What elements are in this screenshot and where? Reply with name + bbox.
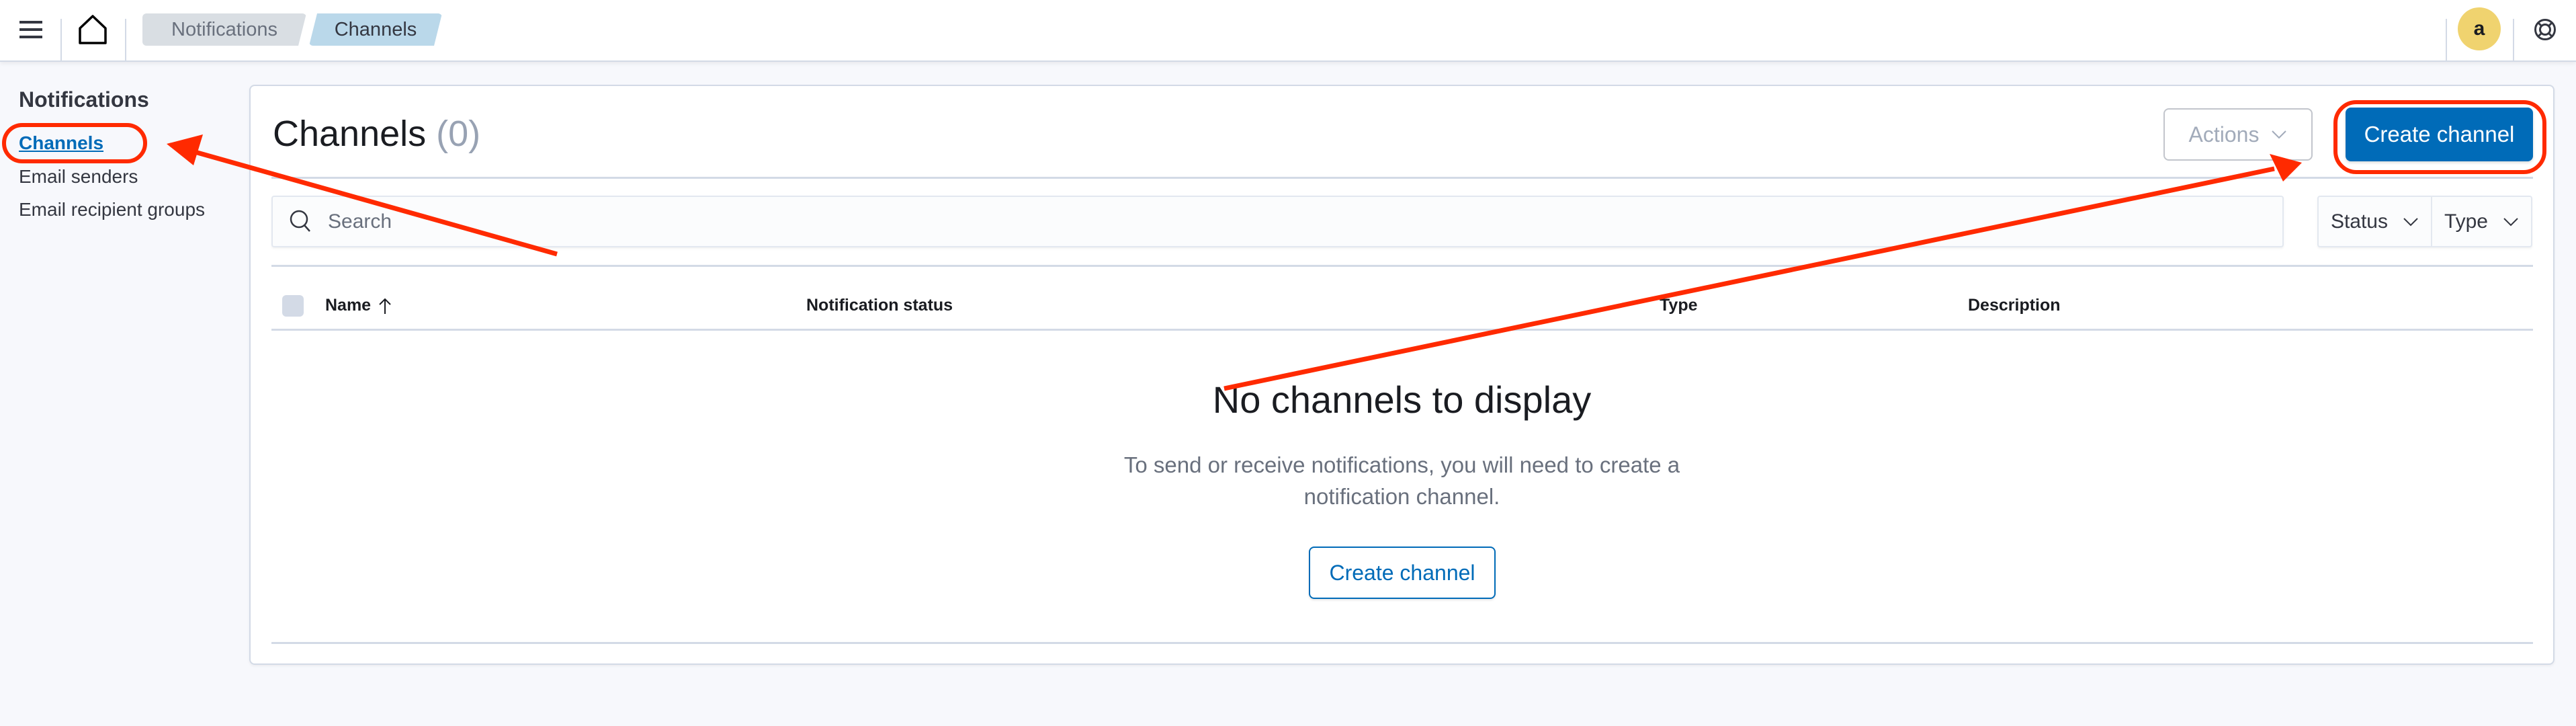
table-header-divider bbox=[271, 329, 2533, 331]
avatar-initial: a bbox=[2473, 17, 2485, 40]
type-filter-label: Type bbox=[2444, 210, 2488, 233]
empty-state-create-channel-button[interactable]: Create channel bbox=[1309, 547, 1496, 599]
search-box[interactable] bbox=[271, 196, 2284, 247]
column-header-name[interactable]: Name bbox=[325, 296, 392, 315]
menu-button[interactable] bbox=[16, 15, 46, 44]
header-separator bbox=[2446, 19, 2447, 62]
sidebar-title: Notifications bbox=[19, 87, 149, 112]
help-button[interactable] bbox=[2530, 15, 2560, 44]
page-title-text: Channels bbox=[273, 114, 427, 154]
chevron-down-icon bbox=[2272, 130, 2287, 139]
column-header-type[interactable]: Type bbox=[1660, 296, 1698, 315]
chevron-down-icon bbox=[2403, 217, 2418, 226]
page-title: Channels (0) bbox=[273, 113, 480, 155]
top-header: Notifications Channels a bbox=[0, 0, 2576, 62]
breadcrumb-label: Notifications bbox=[171, 18, 277, 40]
column-header-label: Name bbox=[325, 296, 372, 315]
table-bottom-divider bbox=[271, 642, 2533, 644]
filter-group: Status Type bbox=[2317, 196, 2532, 247]
empty-state-title: No channels to display bbox=[1212, 378, 1592, 421]
chevron-down-icon bbox=[2503, 217, 2518, 226]
type-filter-button[interactable]: Type bbox=[2432, 197, 2531, 246]
sort-ascending-arrow-icon bbox=[379, 298, 391, 314]
search-icon bbox=[290, 210, 310, 232]
help-lifebuoy-icon bbox=[2534, 19, 2556, 40]
column-header-notification-status[interactable]: Notification status bbox=[806, 296, 953, 315]
status-filter-label: Status bbox=[2330, 210, 2388, 233]
channel-count: (0) bbox=[436, 114, 481, 154]
column-header-description[interactable]: Description bbox=[1968, 296, 2061, 315]
breadcrumb-notifications[interactable]: Notifications bbox=[142, 13, 306, 46]
actions-button[interactable]: Actions bbox=[2163, 108, 2313, 161]
header-separator bbox=[60, 19, 62, 62]
create-channel-button[interactable]: Create channel bbox=[2346, 108, 2533, 161]
sidebar-item-email-recipient-groups[interactable]: Email recipient groups bbox=[19, 199, 205, 220]
actions-label: Actions bbox=[2188, 122, 2260, 147]
hamburger-menu-icon bbox=[19, 21, 42, 38]
header-separator bbox=[125, 19, 126, 62]
sidebar-item-channels[interactable]: Channels bbox=[19, 132, 103, 154]
breadcrumb-label: Channels bbox=[334, 18, 417, 40]
empty-state-body: To send or receive notifications, you wi… bbox=[1123, 452, 1680, 509]
user-avatar[interactable]: a bbox=[2458, 7, 2501, 50]
breadcrumb-channels: Channels bbox=[309, 13, 442, 46]
sidebar-item-email-senders[interactable]: Email senders bbox=[19, 166, 138, 188]
header-separator bbox=[2513, 19, 2514, 62]
home-button[interactable] bbox=[75, 13, 110, 46]
search-input[interactable] bbox=[328, 210, 2209, 233]
home-icon bbox=[79, 15, 107, 44]
select-all-checkbox[interactable] bbox=[282, 295, 304, 317]
table-top-divider bbox=[271, 265, 2533, 267]
status-filter-button[interactable]: Status bbox=[2319, 197, 2432, 246]
title-divider bbox=[271, 177, 2533, 179]
